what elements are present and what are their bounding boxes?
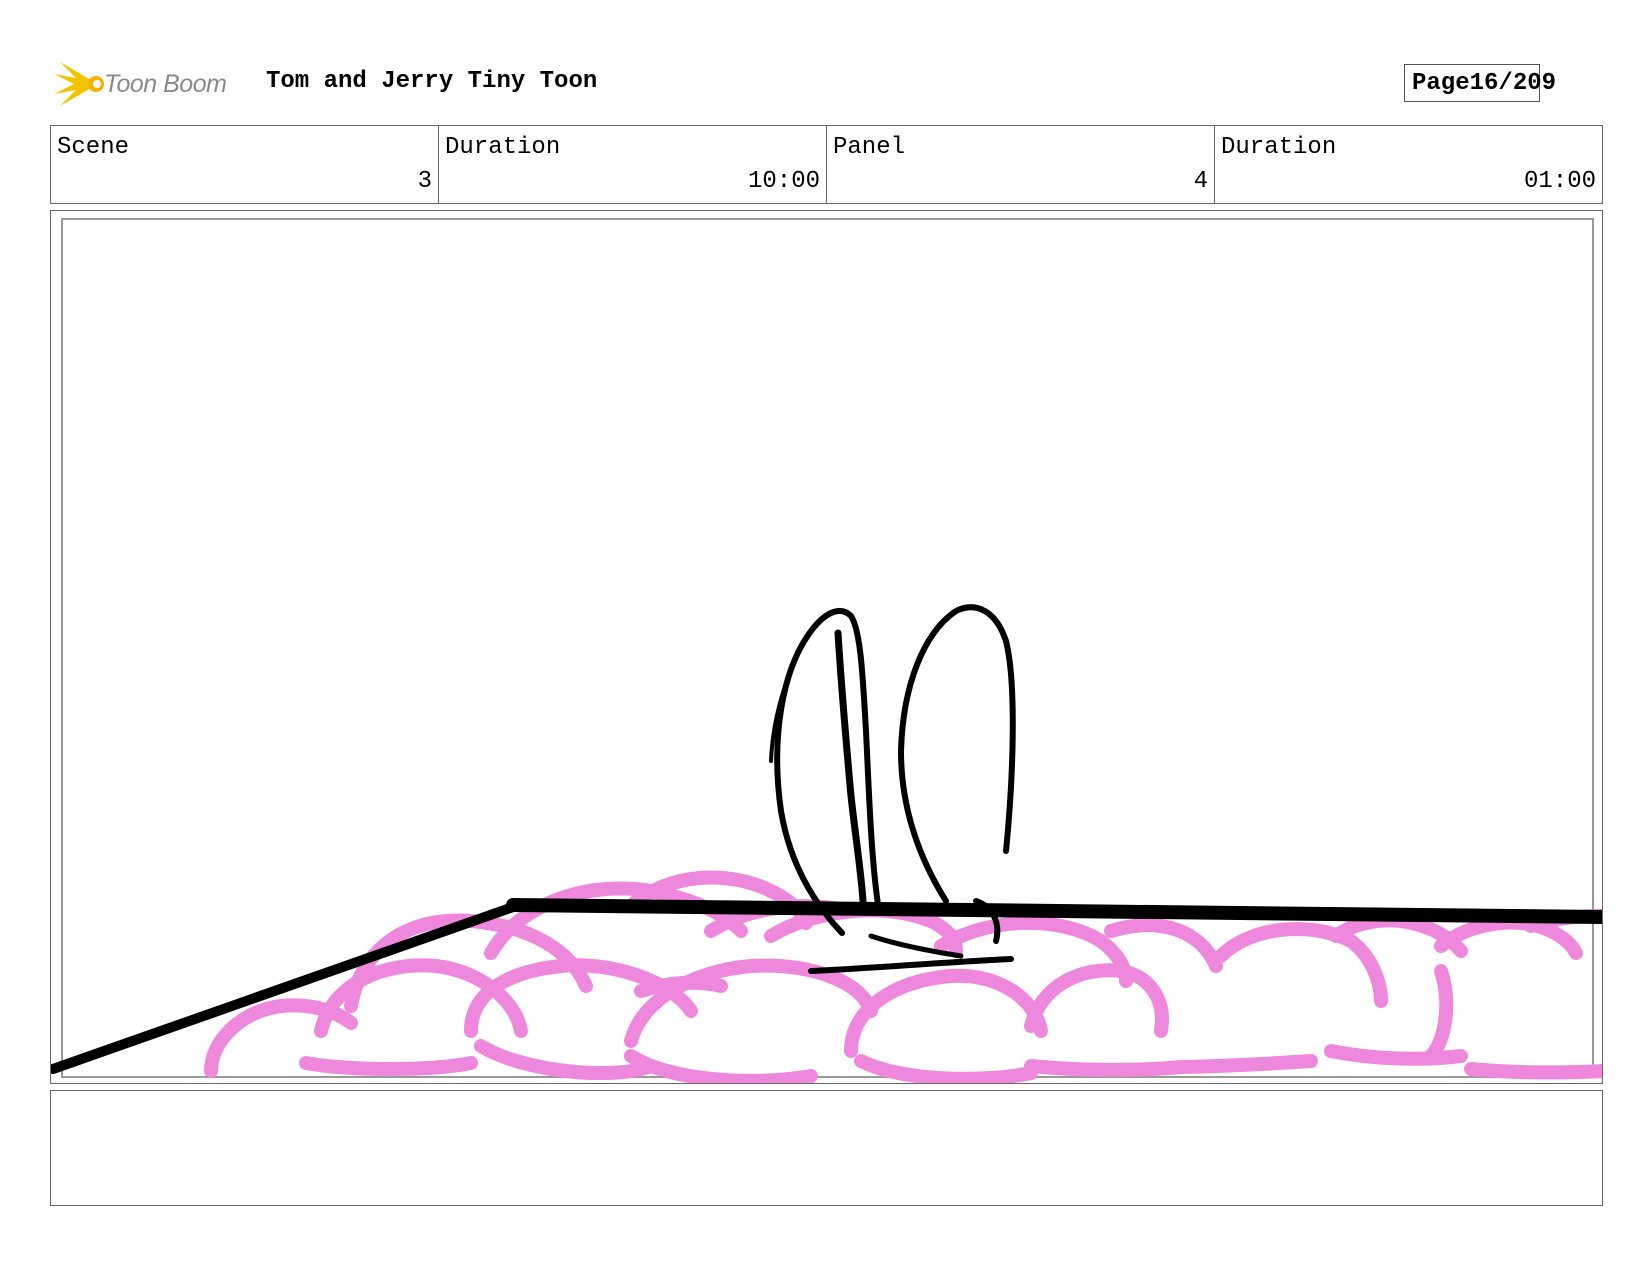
- scene-cell: Scene 3: [51, 126, 439, 203]
- page-number: 16/209: [1469, 69, 1557, 97]
- scene-duration-value: 10:00: [747, 168, 820, 195]
- scene-value: 3: [417, 168, 432, 195]
- right-ear: [898, 604, 1016, 904]
- project-title: Tom and Jerry Tiny Toon: [266, 68, 598, 95]
- page-indicator: Page 16/209: [1404, 64, 1556, 102]
- panel-duration-value: 01:00: [1523, 168, 1596, 195]
- panel-info-row: Scene 3 Duration 10:00 Panel 4 Duration …: [50, 125, 1603, 204]
- ear-base-line: [808, 956, 1014, 974]
- toon-boom-logo: Toon Boom: [52, 56, 227, 112]
- panel-duration-cell: Duration 01:00: [1215, 126, 1602, 203]
- panel-label: Panel: [833, 134, 906, 161]
- panel-duration-label: Duration: [1221, 134, 1337, 161]
- panel-drawing: [51, 218, 1602, 1083]
- panel-value: 4: [1193, 168, 1208, 195]
- ground-lines: [51, 898, 1602, 1074]
- page-label: Page: [1412, 69, 1470, 97]
- scene-label: Scene: [57, 134, 130, 161]
- logo-text: Toon Boom: [104, 69, 227, 98]
- sloped-ground-line: [51, 901, 521, 1074]
- scene-duration-label: Duration: [445, 134, 561, 161]
- panel-cell: Panel 4: [827, 126, 1215, 203]
- storyboard-panel: [50, 210, 1603, 1084]
- horizon-line: [506, 898, 1602, 924]
- panel-notes-box: [50, 1090, 1603, 1206]
- scene-duration-cell: Duration 10:00: [439, 126, 827, 203]
- starburst-icon: [54, 62, 104, 106]
